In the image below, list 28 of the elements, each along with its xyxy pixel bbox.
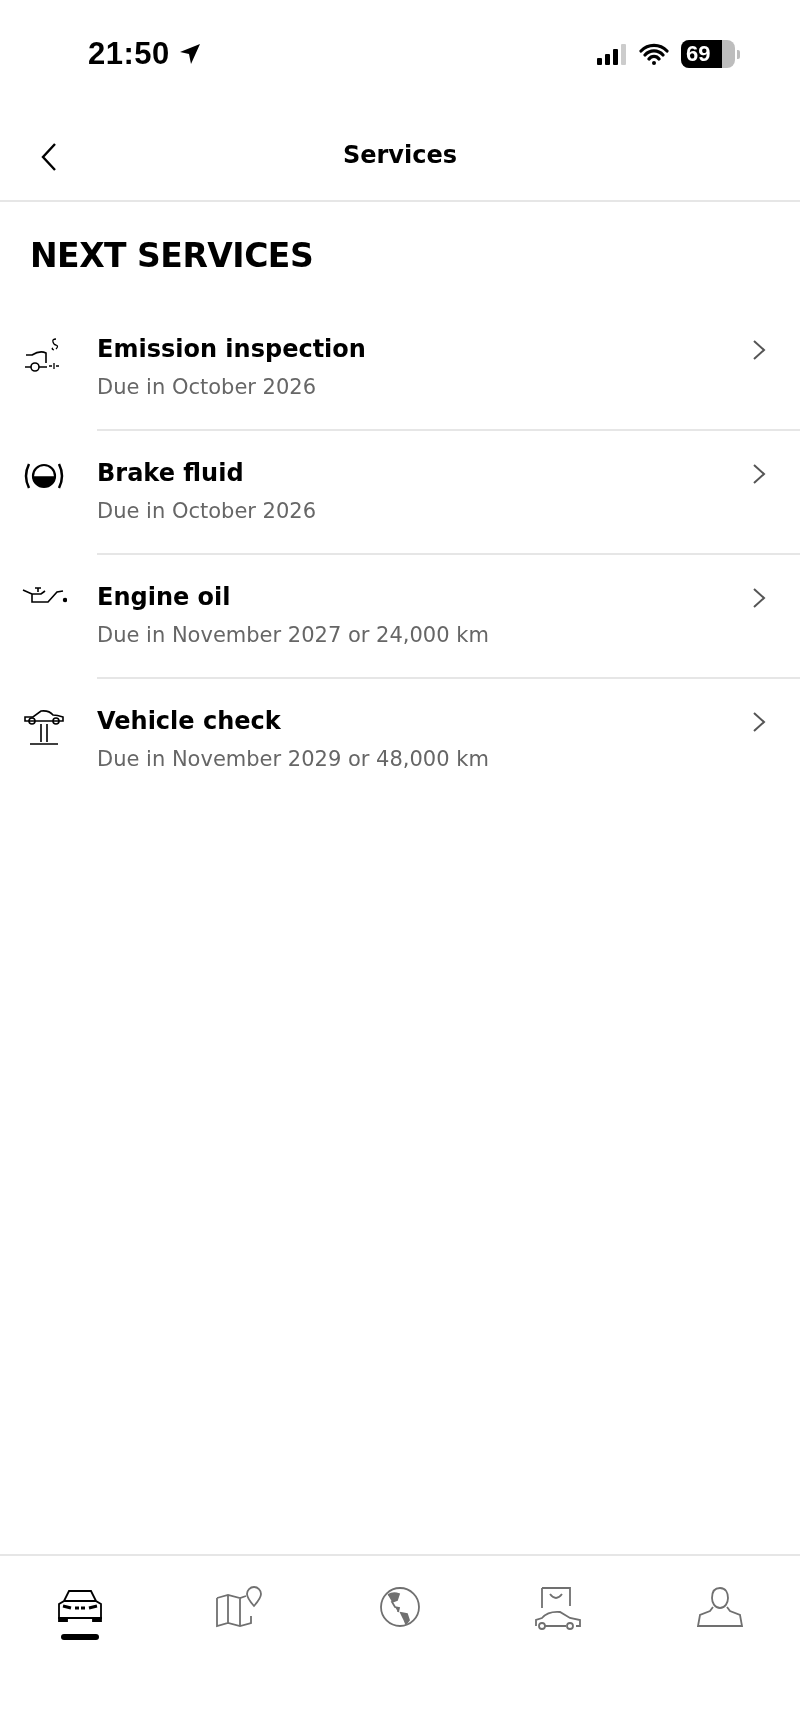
chevron-right-icon bbox=[752, 711, 766, 733]
service-item[interactable]: Vehicle check Due in November 2029 or 48,000 km bbox=[97, 707, 800, 771]
battery-indicator: 69 bbox=[681, 40, 735, 68]
service-due-date: Due in November 2027 or 24,000 km bbox=[97, 623, 490, 647]
back-chevron-icon bbox=[40, 142, 58, 172]
service-item[interactable]: Brake fluid Due in October 2026 bbox=[97, 459, 800, 555]
service-title: Brake fluid bbox=[97, 459, 245, 487]
wifi-icon bbox=[639, 43, 669, 65]
chevron-right-icon bbox=[752, 587, 766, 609]
signal-icon bbox=[597, 43, 627, 65]
page-title: Services bbox=[342, 141, 458, 169]
service-title: Emission inspection bbox=[97, 335, 367, 363]
service-item[interactable]: Emission inspection Due in October 2026 bbox=[97, 335, 800, 431]
car-lift-icon bbox=[21, 709, 66, 747]
service-title: Engine oil bbox=[97, 583, 232, 611]
chevron-right-icon bbox=[752, 339, 766, 361]
section-heading: NEXT SERVICES bbox=[30, 236, 315, 275]
map-pin-icon bbox=[215, 1586, 265, 1628]
service-due-date: Due in October 2026 bbox=[97, 499, 318, 523]
service-due-date: Due in October 2026 bbox=[97, 375, 318, 399]
status-time: 21:50 bbox=[88, 36, 170, 72]
service-item[interactable]: Engine oil Due in November 2027 or 24,000 km bbox=[97, 583, 800, 679]
service-due-date: Due in November 2029 or 48,000 km bbox=[97, 747, 490, 771]
globe-icon bbox=[379, 1586, 421, 1628]
active-tab-indicator bbox=[61, 1634, 99, 1640]
chevron-right-icon bbox=[752, 463, 766, 485]
user-icon bbox=[696, 1586, 744, 1628]
service-title: Vehicle check bbox=[97, 707, 282, 735]
